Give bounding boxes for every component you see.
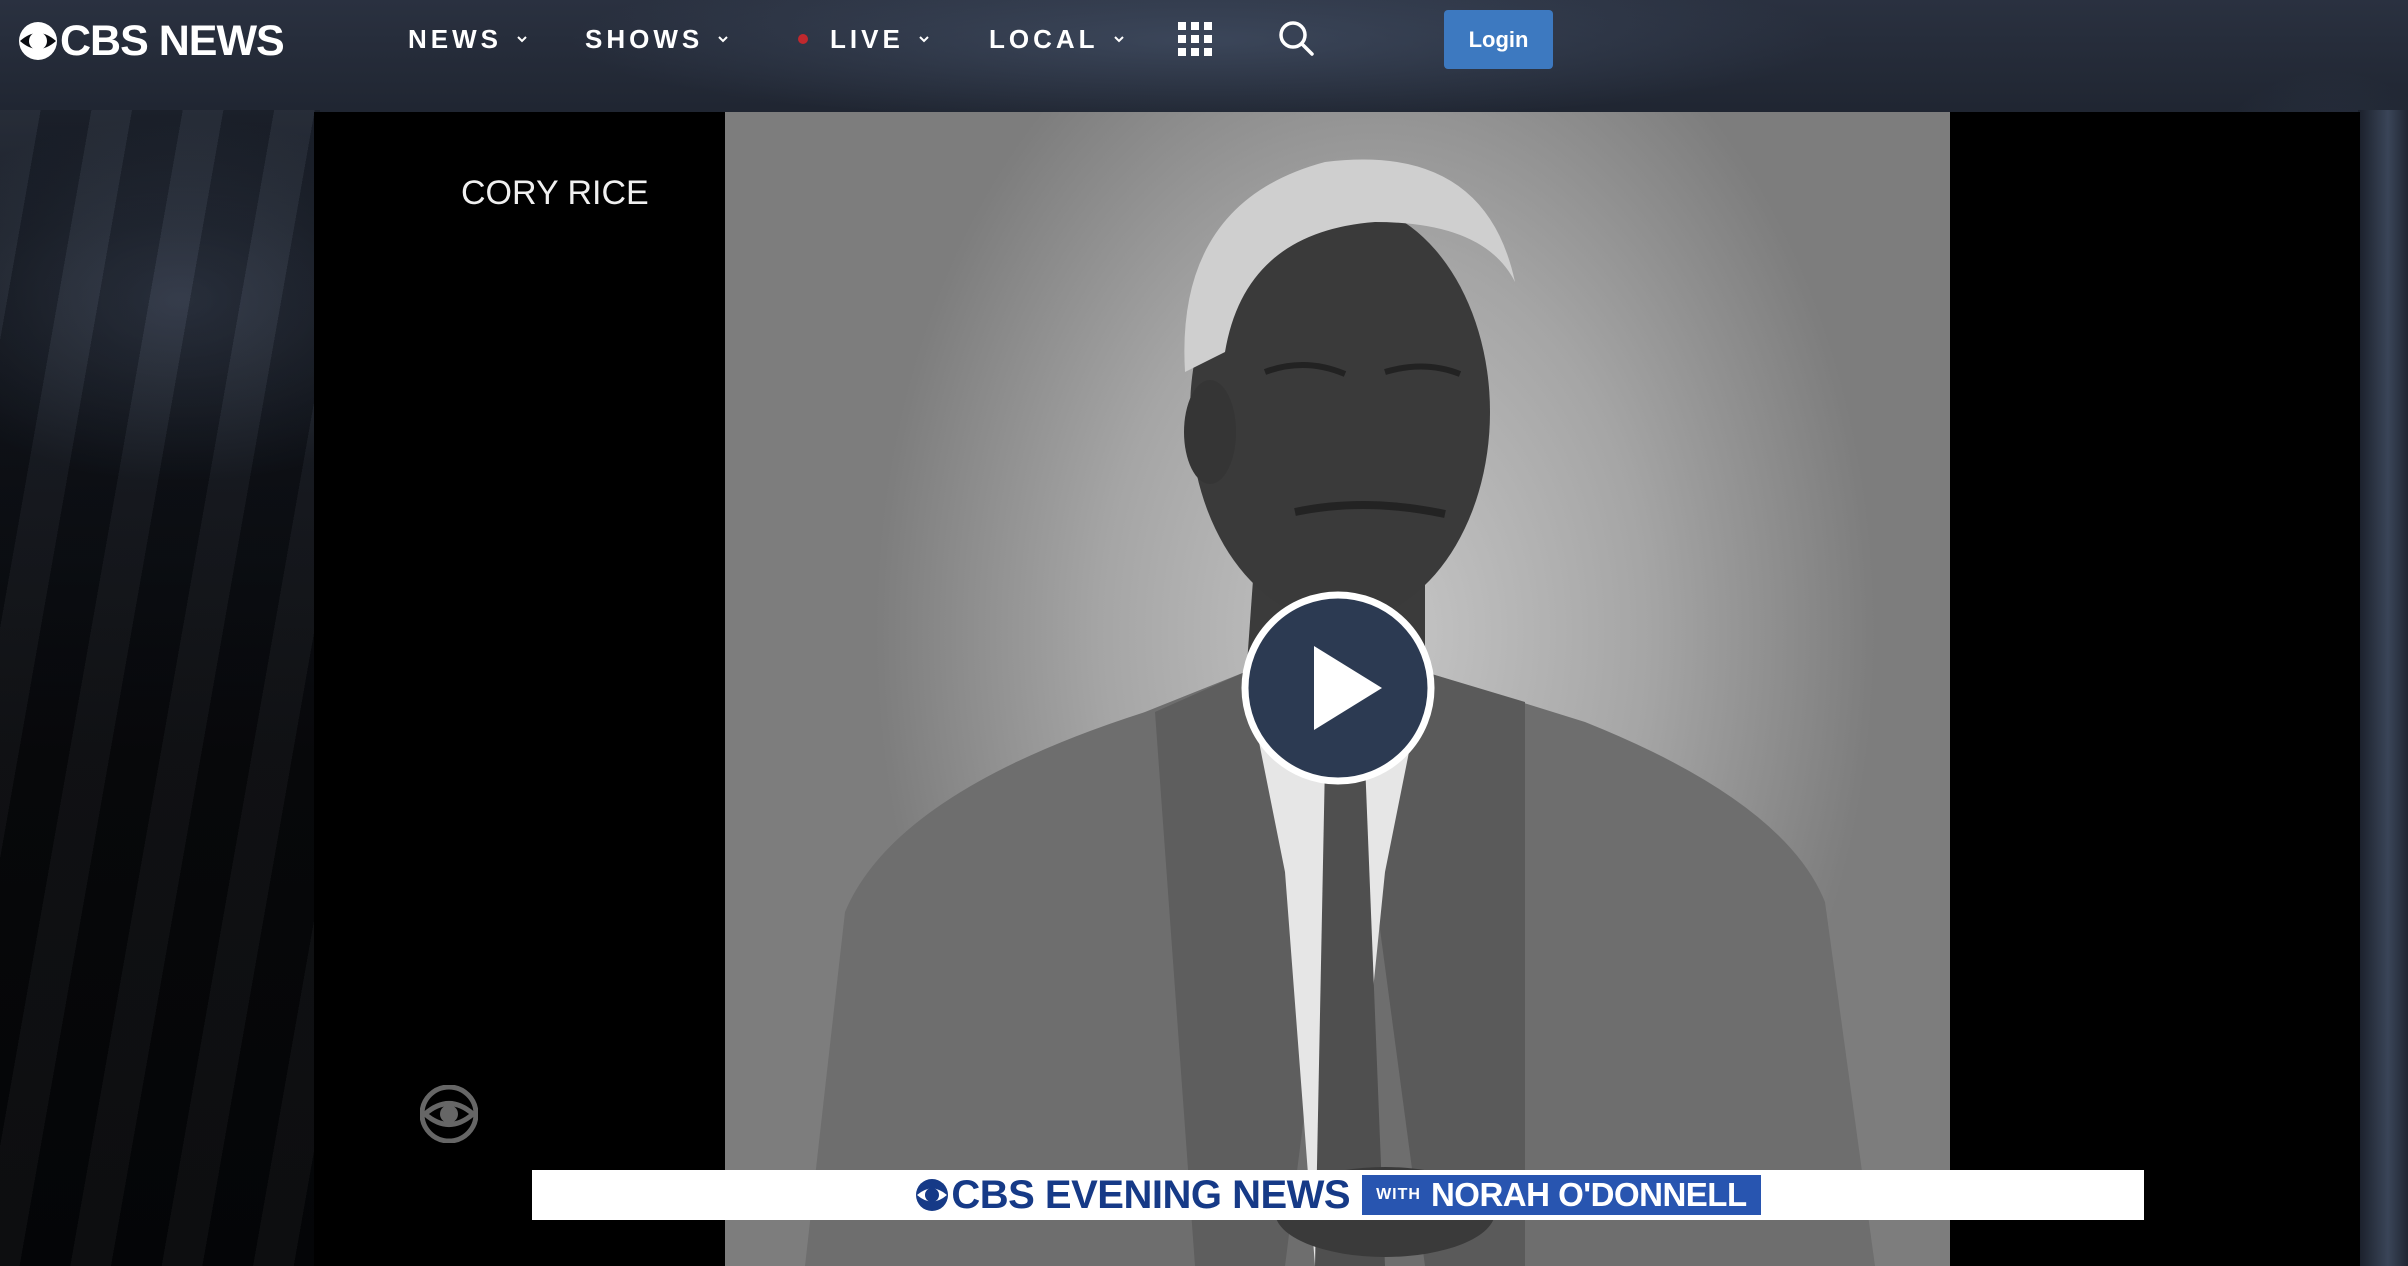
cbs-eye-watermark-icon: [420, 1085, 478, 1143]
nav-label-local: LOCAL: [989, 23, 1099, 54]
live-indicator-dot: [798, 34, 808, 44]
nav-item-shows[interactable]: SHOWS: [585, 22, 729, 56]
video-player[interactable]: CORY RICE CBS EVENING NEWS WITH NORAH O'…: [314, 112, 2360, 1266]
lower-third-banner: CBS EVENING NEWS WITH NORAH O'DONNELL: [532, 1170, 2144, 1220]
nav-label-live: LIVE: [830, 23, 904, 54]
nav-label-news: NEWS: [408, 23, 502, 54]
chevron-down-icon: [1113, 36, 1124, 43]
show-brand: CBS EVENING NEWS: [915, 1172, 1351, 1218]
nav-item-local[interactable]: LOCAL: [989, 22, 1125, 56]
nav-item-news[interactable]: NEWS: [408, 22, 528, 56]
play-button[interactable]: [1240, 590, 1436, 786]
login-button[interactable]: Login: [1444, 10, 1553, 69]
nav-label-shows: SHOWS: [585, 23, 704, 54]
background-newsroom-left: [0, 110, 320, 1266]
nav-item-live[interactable]: LIVE: [798, 22, 930, 56]
logo-text: CBS NEWS: [60, 16, 285, 65]
apps-grid-icon[interactable]: [1178, 22, 1212, 56]
chevron-down-icon: [919, 36, 929, 43]
anchor-name: NORAH O'DONNELL: [1430, 1176, 1747, 1213]
search-icon[interactable]: [1276, 18, 1316, 58]
cbs-eye-icon: [916, 1179, 949, 1211]
cbs-news-logo[interactable]: CBS NEWS: [18, 16, 285, 65]
background-newsroom-right: [2358, 110, 2408, 1266]
chevron-down-icon: [718, 36, 728, 43]
show-name: CBS EVENING NEWS: [951, 1172, 1351, 1217]
with-label: WITH: [1376, 1186, 1421, 1203]
site-header: CBS NEWS NEWS SHOWS LIVE LOCAL Login: [0, 0, 2408, 80]
chevron-down-icon: [517, 36, 527, 43]
cbs-eye-icon: [19, 22, 57, 60]
anchor-box: WITH NORAH O'DONNELL: [1362, 1175, 1761, 1215]
reporter-name-overlay: CORY RICE: [461, 174, 649, 212]
